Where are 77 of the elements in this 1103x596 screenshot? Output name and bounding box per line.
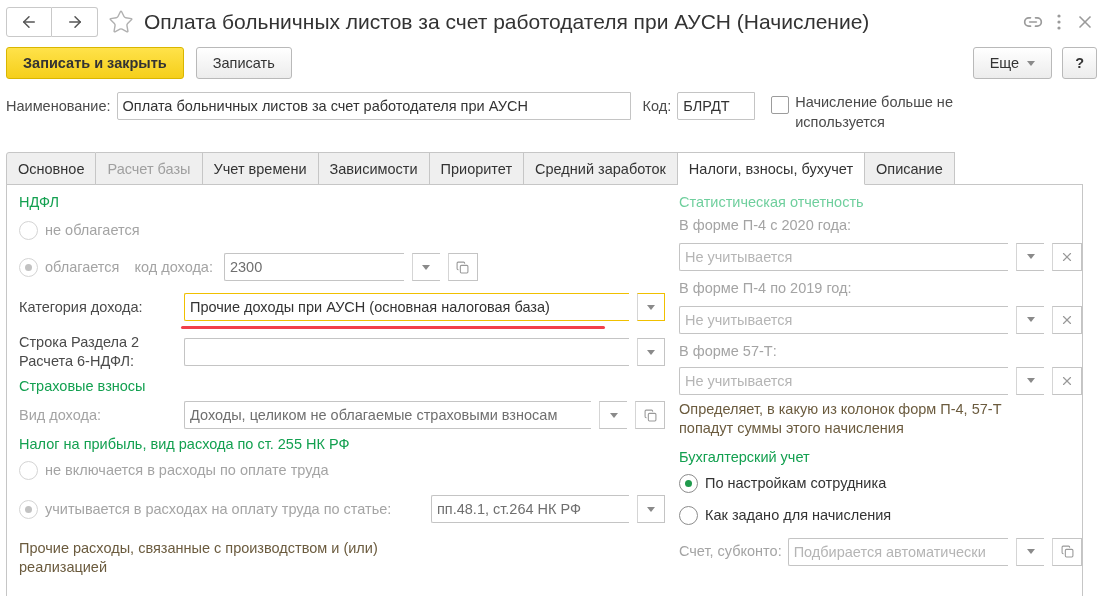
field-label: Наименование: (6, 96, 111, 116)
forward-button[interactable] (52, 7, 98, 37)
copy-icon (1060, 545, 1074, 559)
input-field[interactable]: Оплата больничных листов за счет работодателя при АУСН (116, 92, 631, 120)
field-label: код дохода: (134, 257, 213, 277)
open-button[interactable] (1052, 537, 1082, 566)
note-text: Прочие расходы, связанные с производством и (или) реализацией (19, 539, 379, 577)
dropdown-button[interactable] (1016, 366, 1044, 395)
window-title: Оплата больничных листов за счет работодателя при АУСН (Начисление) (144, 10, 871, 34)
checkbox-label: Начисление больше не используется (795, 93, 954, 132)
dropdown-button[interactable] (1016, 537, 1044, 566)
dropdown-button[interactable] (637, 338, 665, 366)
caret-icon (1027, 60, 1036, 66)
clear-button[interactable] (1052, 366, 1082, 395)
open-button[interactable] (447, 253, 478, 281)
field-label: Строка Раздела 2 Расчета 6-НДФЛ: (19, 333, 141, 371)
dropdown-button[interactable] (637, 495, 665, 523)
checkbox[interactable] (771, 96, 790, 114)
caret-icon (609, 412, 618, 418)
radio-label: не включается в расходы по оплате труда (45, 460, 329, 480)
caret-icon (1026, 254, 1035, 259)
caret-icon (647, 304, 655, 310)
field-label: В форме П-4 с 2020 года: (679, 216, 852, 235)
clear-button[interactable] (1052, 242, 1082, 271)
dropdown-button[interactable] (1016, 305, 1044, 334)
tab[interactable]: Средний заработок (524, 152, 678, 185)
caret-icon (1026, 317, 1035, 322)
note-text: Определяет, в какую из колонок форм П-4, 57-Т попадут суммы этого начисления (679, 400, 1003, 438)
input-field[interactable] (184, 338, 629, 366)
copy-icon (456, 260, 470, 274)
radio-label: учитывается в расходах на оплату труда по статье: (45, 499, 393, 519)
tab[interactable]: Приоритет (429, 152, 525, 185)
more-icon (1057, 14, 1061, 30)
tab[interactable]: Основное (6, 152, 97, 185)
caret-icon (647, 506, 655, 512)
input-field[interactable]: Прочие доходы при АУСН (основная налоговая база) (184, 293, 629, 321)
radio-label: облагается (45, 257, 120, 277)
open-button[interactable] (635, 401, 665, 429)
back-button[interactable] (6, 7, 52, 37)
radio-label: По настройкам сотрудника (705, 474, 887, 494)
copy-icon (643, 408, 657, 422)
help-button[interactable]: ? (1062, 47, 1097, 79)
save-button[interactable]: Записать (195, 47, 292, 79)
dropdown-button[interactable] (1016, 242, 1044, 271)
section-title: НДФЛ (19, 193, 61, 212)
clear-button[interactable] (1052, 305, 1082, 334)
dropdown-button[interactable] (599, 401, 627, 429)
caret-icon (1026, 549, 1035, 555)
input-field[interactable]: 2300 (223, 253, 404, 281)
field-label: В форме 57-Т: (679, 342, 778, 361)
field-label: Категория дохода: (19, 298, 143, 315)
star-icon[interactable] (108, 9, 134, 35)
field-label: Код: (642, 96, 672, 116)
tab[interactable]: Налоги, взносы, бухучет (677, 152, 866, 185)
tab[interactable]: Описание (865, 152, 955, 185)
radio-label: Как задано для начисления (705, 506, 892, 526)
field-label: Счет, субконто: (679, 542, 782, 562)
radio-button[interactable] (679, 474, 698, 494)
input-field[interactable]: БЛРДТ (677, 92, 756, 120)
dropdown-button[interactable] (411, 253, 440, 281)
caret-icon (422, 264, 431, 270)
radio-label: не облагается (45, 220, 140, 240)
caret-icon (647, 349, 655, 355)
section-title: Бухгалтерский учет (679, 447, 811, 467)
radio-button[interactable] (679, 506, 698, 526)
more-button[interactable] (1055, 12, 1063, 32)
caret-icon (1026, 378, 1035, 383)
more-menu-button[interactable]: Еще (972, 47, 1053, 79)
field-label: Вид дохода: (19, 406, 101, 423)
tab[interactable]: Зависимости (318, 152, 430, 185)
section-title: Налог на прибыль, вид расхода по ст. 255 НК РФ (19, 435, 351, 454)
tab[interactable]: Учет времени (202, 152, 319, 185)
field-label: В форме П-4 по 2019 год: (679, 279, 853, 298)
dropdown-button[interactable] (637, 293, 665, 321)
section-title: Статистическая отчетность (679, 193, 865, 212)
section-title: Страховые взносы (19, 377, 147, 396)
save-close-button[interactable]: Записать и закрыть (6, 47, 184, 79)
